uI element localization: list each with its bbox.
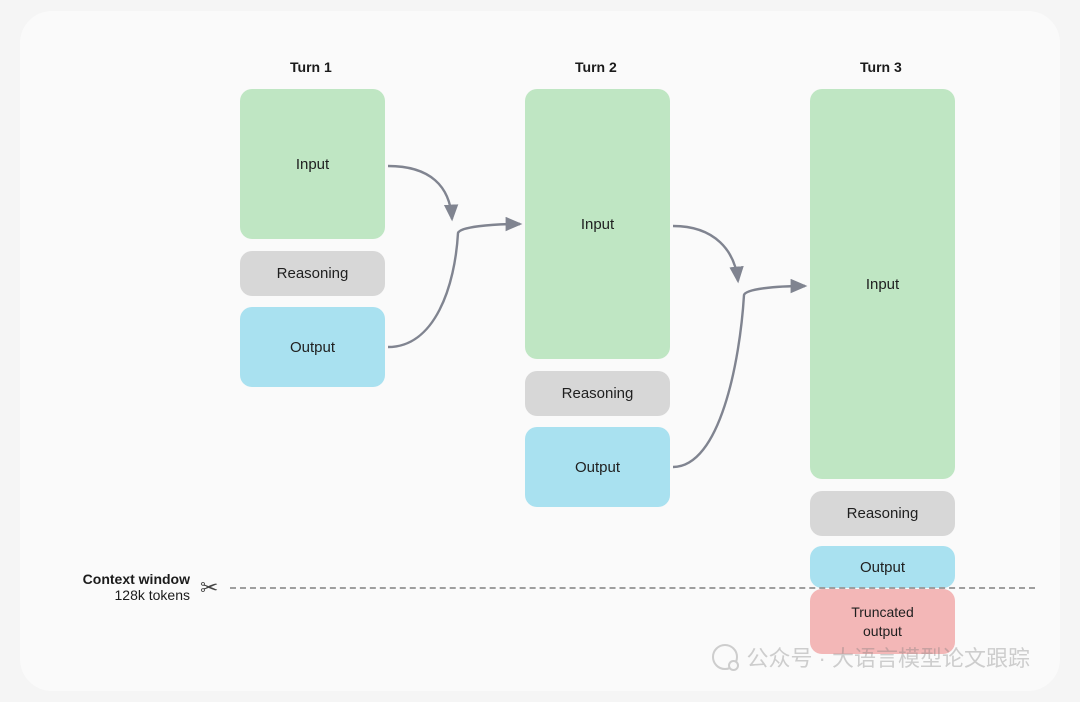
watermark-text: 公众号 · 大语言模型论文跟踪 (746, 641, 1030, 673)
turn1-input-block: Input (240, 89, 385, 239)
context-window-label: Context window 128k tokens (83, 571, 190, 603)
wechat-icon (712, 644, 738, 670)
watermark: 公众号 · 大语言模型论文跟踪 (712, 641, 1030, 673)
arrow-t2-output-to-t3 (673, 286, 805, 467)
turn3-input-block: Input (810, 89, 955, 479)
context-window-title: Context window (83, 571, 190, 587)
heading-turn-1: Turn 1 (290, 59, 332, 75)
diagram-frame: Turn 1 Turn 2 Turn 3 Input Reasoning Out… (20, 11, 1060, 691)
turn1-output-block: Output (240, 307, 385, 387)
arrow-t2-input-to-t3 (673, 226, 738, 281)
turn2-reasoning-block: Reasoning (525, 371, 670, 416)
turn2-output-block: Output (525, 427, 670, 507)
scissors-icon: ✂ (200, 575, 218, 601)
context-window-subtitle: 128k tokens (83, 587, 190, 603)
heading-turn-2: Turn 2 (575, 59, 617, 75)
context-window-cut-line (230, 587, 1035, 589)
turn1-reasoning-block: Reasoning (240, 251, 385, 296)
turn2-input-block: Input (525, 89, 670, 359)
turn3-reasoning-block: Reasoning (810, 491, 955, 536)
heading-turn-3: Turn 3 (860, 59, 902, 75)
turn3-output-block: Output (810, 546, 955, 588)
arrow-t1-input-to-t2 (388, 166, 452, 219)
arrow-t1-output-to-t2 (388, 224, 520, 347)
